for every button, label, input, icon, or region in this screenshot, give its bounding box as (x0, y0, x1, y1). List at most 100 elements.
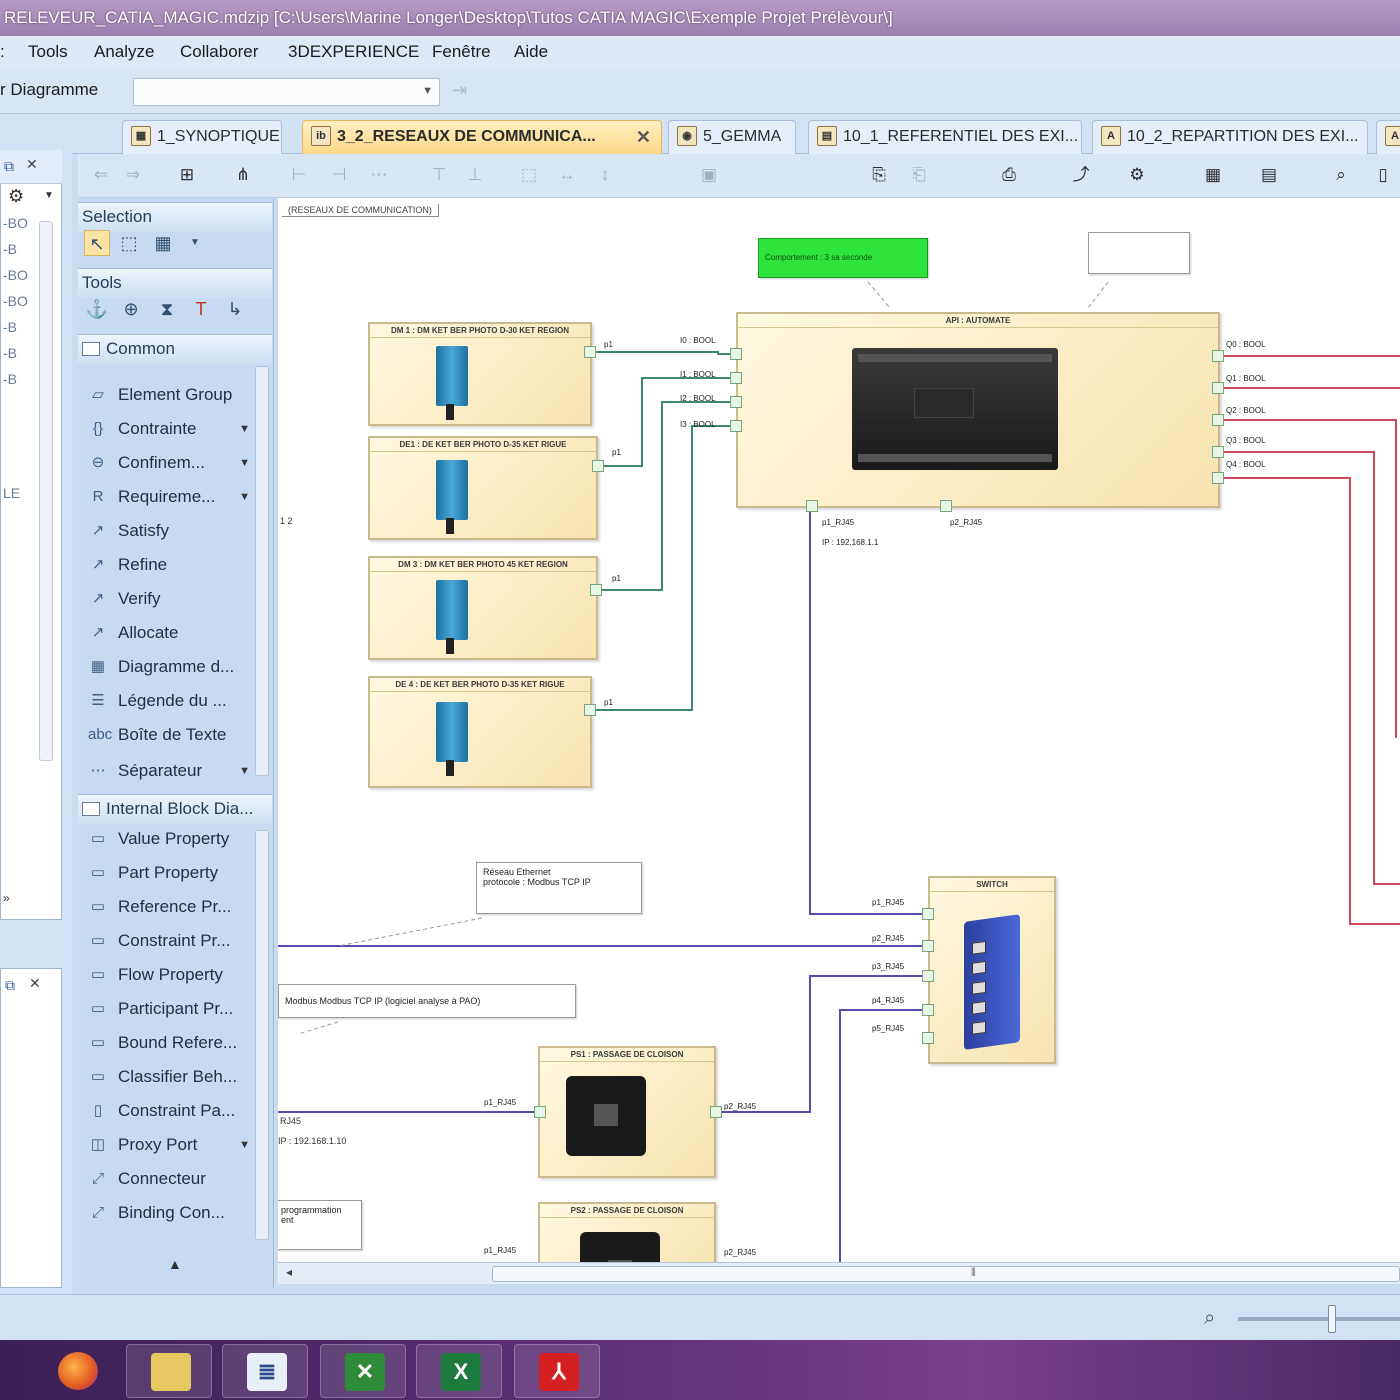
sensor-port[interactable] (590, 584, 602, 596)
palette-item-allocate[interactable]: ↗ Allocate (84, 618, 254, 648)
ethernet-connector[interactable] (839, 1009, 928, 1262)
align-bottom-icon[interactable]: ⊥ (464, 164, 486, 186)
paste-icon[interactable]: ⎗ (908, 164, 930, 186)
acrobat-icon[interactable]: ⅄ (514, 1344, 600, 1398)
select-all-icon[interactable]: ▦ (150, 230, 176, 256)
size-icon[interactable]: ⬚ (518, 164, 540, 186)
plc-output-port[interactable] (1212, 414, 1224, 426)
plc-output-port[interactable] (1212, 382, 1224, 394)
palette-item-separator[interactable]: ⋯ Séparateur ▼ (84, 756, 254, 786)
search-icon[interactable]: ⌕ (1330, 164, 1352, 186)
menu-analyze[interactable]: Analyze (94, 42, 154, 62)
tab-overflow[interactable]: A (1376, 120, 1400, 154)
palette-section-selection[interactable]: Selection (78, 202, 272, 232)
tree-item[interactable]: -BO (3, 293, 28, 309)
project-app-icon[interactable]: ✕ (320, 1344, 406, 1398)
expand-icon[interactable]: » (3, 891, 10, 905)
chevron-down-icon[interactable]: ▼ (239, 1130, 250, 1160)
tree-item[interactable]: -B (3, 319, 17, 335)
size-width-icon[interactable]: ↔ (556, 164, 578, 186)
tab-reseaux[interactable]: ib 3_2_RESEAUX DE COMMUNICA... ✕ (302, 120, 662, 154)
tree-item[interactable]: -BO (3, 215, 28, 231)
symbol-icon[interactable]: ⊕ (118, 296, 144, 322)
tab-gemma[interactable]: ◉ 5_GEMMA (668, 120, 796, 154)
palette-item-part-property[interactable]: ▭ Part Property (84, 858, 254, 888)
chevron-down-icon[interactable]: ▼ (239, 756, 250, 786)
tree-scrollbar[interactable] (39, 221, 53, 761)
palette-item-contrainte[interactable]: {} Contrainte ▼ (84, 414, 254, 444)
layers-icon[interactable]: ▤ (1258, 164, 1280, 186)
print-icon[interactable]: ⎙ (998, 164, 1020, 186)
document-app-icon[interactable]: ≣ (222, 1344, 308, 1398)
sensor-block[interactable]: DE 4 : DE KET BER PHOTO D-35 KET RIGUE (368, 676, 592, 788)
chevron-down-icon[interactable]: ▼ (239, 448, 250, 478)
table-view-icon[interactable]: ▦ (1202, 164, 1224, 186)
diagram-canvas[interactable]: (RESEAUX DE COMMUNICATION) Comportement … (278, 198, 1400, 1262)
menu-fenetre[interactable]: Fenêtre (432, 42, 491, 62)
signal-connector[interactable] (594, 425, 734, 711)
tab-referentiel[interactable]: ▤ 10_1_REFERENTIEL DES EXI... (808, 120, 1082, 154)
signal-connector[interactable] (594, 351, 734, 355)
palette-item-constraint-property[interactable]: ▭ Constraint Pr... (84, 926, 254, 956)
palette-item-constraint-parameter[interactable]: ▯ Constraint Pa... (84, 1096, 254, 1126)
passage-port[interactable] (710, 1106, 722, 1118)
pointer-icon[interactable]: ↖ (84, 230, 110, 256)
chevron-down-icon[interactable]: ▼ (239, 482, 250, 512)
plc-output-port[interactable] (1212, 350, 1224, 362)
ethernet-note[interactable]: Réseau Ethernet protocole : Modbus TCP I… (476, 862, 642, 914)
comment-note[interactable]: Comportement : 3 sa seconde (758, 238, 928, 278)
palette-section-common[interactable]: Common (78, 334, 272, 364)
tree-item[interactable]: -B (3, 345, 17, 361)
switch-port[interactable] (922, 940, 934, 952)
palette-item-text-box[interactable]: abc Boîte de Texte (84, 720, 254, 750)
switch-port[interactable] (922, 1004, 934, 1016)
menu-edge-item[interactable]: : (0, 42, 5, 62)
hourglass-icon[interactable]: ⧗ (154, 296, 180, 322)
plc-input-port[interactable] (730, 348, 742, 360)
palette-item-bound-reference[interactable]: ▭ Bound Refere... (84, 1028, 254, 1058)
group-icon[interactable]: ▣ (698, 164, 720, 186)
tree-item[interactable]: -B (3, 241, 17, 257)
sensor-port[interactable] (584, 704, 596, 716)
plc-output-port[interactable] (1212, 446, 1224, 458)
palette-item-verify[interactable]: ↗ Verify (84, 584, 254, 614)
copy-icon[interactable]: ⎘ (868, 164, 890, 186)
palette-item-value-property[interactable]: ▭ Value Property (84, 824, 254, 854)
distribute-icon[interactable]: ⋯ (368, 164, 390, 186)
align-center-icon[interactable]: ⊣ (328, 164, 350, 186)
restore-icon[interactable]: ⧉ (5, 977, 15, 994)
sensor-port[interactable] (592, 460, 604, 472)
palette-item-binding-connector[interactable]: ⤢ Binding Con... (84, 1198, 254, 1228)
navigate-icon[interactable]: ⇥ (452, 80, 482, 104)
tab-synoptique[interactable]: ▦ 1_SYNOPTIQUE (122, 120, 282, 154)
tab-repartition[interactable]: A 10_2_REPARTITION DES EXI... (1092, 120, 1368, 154)
wall-passage-block[interactable]: PS1 : PASSAGE DE CLOISON (538, 1046, 716, 1178)
size-height-icon[interactable]: ↕ (594, 164, 616, 186)
palette-item-legend[interactable]: ☰ Légende du ... (84, 686, 254, 716)
sensor-block[interactable]: DM 1 : DM KET BER PHOTO D-30 KET REGION (368, 322, 592, 426)
zoom-slider[interactable] (1238, 1317, 1400, 1321)
marquee-icon[interactable]: ⬚ (116, 230, 142, 256)
close-icon[interactable]: ✕ (636, 121, 651, 153)
palette-item-refine[interactable]: ↗ Refine (84, 550, 254, 580)
palette-item-reference-property[interactable]: ▭ Reference Pr... (84, 892, 254, 922)
close-icon[interactable]: ✕ (29, 975, 41, 992)
sensor-port[interactable] (584, 346, 596, 358)
palette-item-diagram[interactable]: ▦ Diagramme d... (84, 652, 254, 682)
diagram-combo[interactable]: ▼ (133, 78, 440, 106)
scroll-thumb[interactable]: ⦀ (492, 1266, 1400, 1282)
menu-aide[interactable]: Aide (514, 42, 548, 62)
path-icon[interactable]: ↳ (222, 296, 248, 322)
forward-icon[interactable]: ⇒ (122, 164, 144, 186)
menu-collaborer[interactable]: Collaborer (180, 42, 258, 62)
plc-ethernet-port[interactable] (940, 500, 952, 512)
excel-icon[interactable]: X (416, 1344, 502, 1398)
palette-item-element-group[interactable]: ▱ Element Group (84, 380, 254, 410)
palette-item-requirement[interactable]: R Requireme... ▼ (84, 482, 254, 512)
menu-tools[interactable]: Tools (28, 42, 68, 62)
anchor-icon[interactable]: ⚓ (84, 296, 110, 322)
switch-port[interactable] (922, 908, 934, 920)
modbus-note[interactable]: Modbus Modbus TCP IP (logiciel analyse à… (278, 984, 576, 1018)
export-icon[interactable]: ⤴ (1070, 164, 1092, 186)
tree-item[interactable]: -BO (3, 267, 28, 283)
